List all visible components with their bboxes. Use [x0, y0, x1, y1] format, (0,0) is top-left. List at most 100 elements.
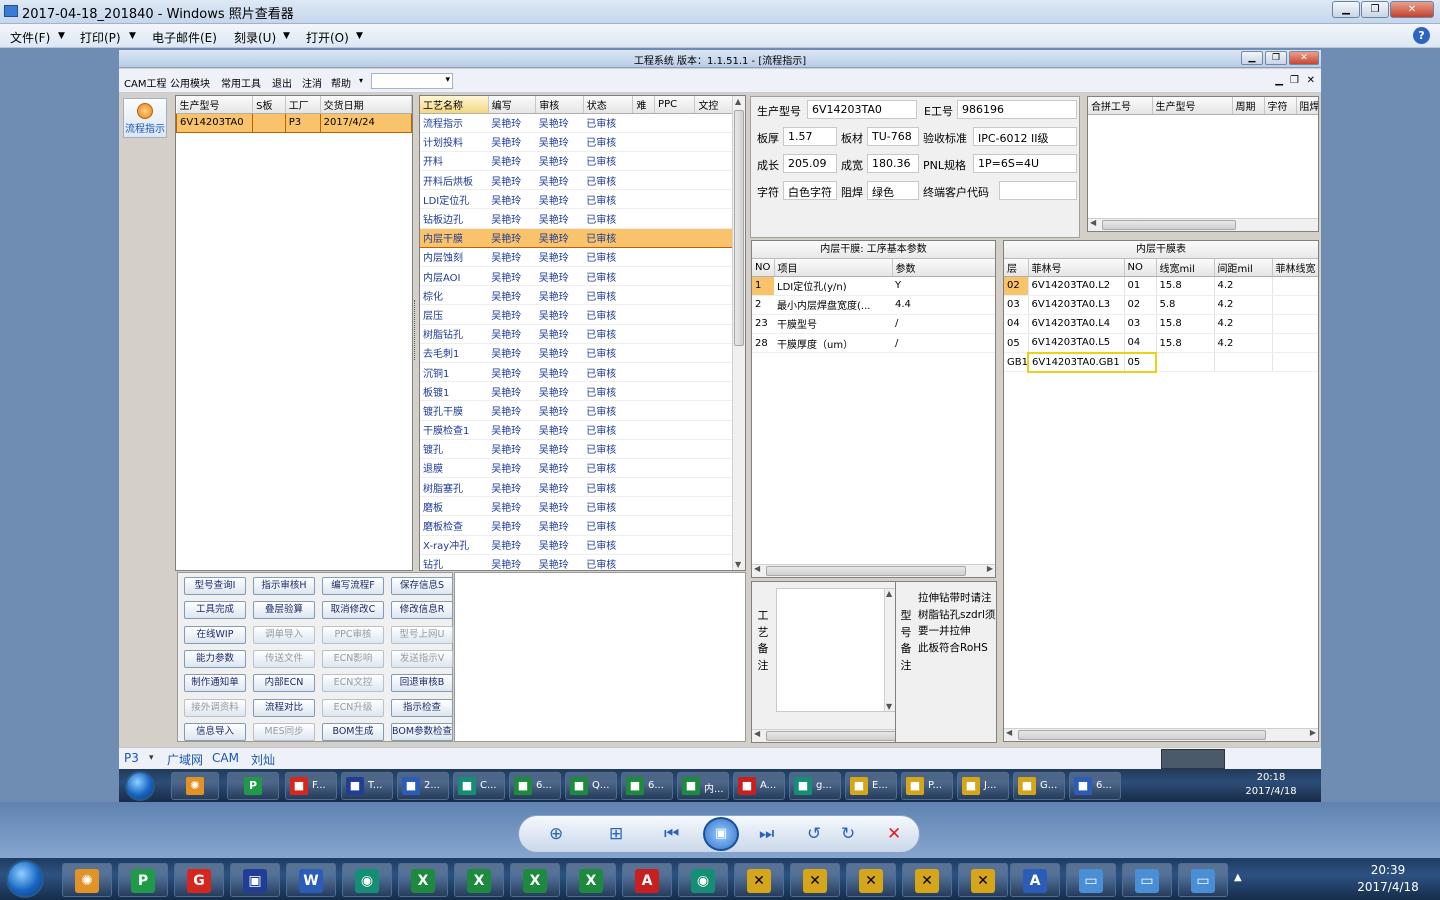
order-header[interactable]: 生产型号: [176, 96, 254, 114]
action-button[interactable]: ECN文控: [322, 674, 384, 693]
action-button[interactable]: 流程对比: [253, 698, 315, 717]
process-row[interactable]: 钻板边孔 吴艳玲 吴艳玲 已审核: [420, 208, 745, 229]
action-button[interactable]: PPC审核: [322, 625, 384, 644]
inner-taskbar-item[interactable]: ■ g...: [789, 772, 841, 800]
action-button[interactable]: ECN升级: [322, 698, 384, 717]
process-row[interactable]: 开料后烘板 吴艳玲 吴艳玲 已审核: [420, 170, 745, 191]
app-close-button[interactable]: ✕: [1289, 51, 1319, 65]
inner-taskbar-item[interactable]: ■ P...: [901, 772, 953, 800]
action-button[interactable]: MES同步: [253, 722, 315, 741]
process-header[interactable]: 状态: [583, 96, 634, 114]
taskbar-eye[interactable]: ◉: [342, 863, 392, 897]
inner-taskbar-item[interactable]: ■ 6...: [1069, 772, 1121, 800]
action-button[interactable]: 内部ECN: [253, 674, 315, 693]
process-row[interactable]: 去毛刺1 吴艳玲 吴艳玲 已审核: [420, 343, 745, 363]
field-material[interactable]: TU-768: [867, 127, 919, 146]
action-button[interactable]: 能力参数: [184, 649, 246, 668]
merge-scrollbar[interactable]: ◀: [1088, 218, 1318, 231]
params-header[interactable]: 项目: [774, 259, 893, 277]
process-row[interactable]: 树脂钻孔 吴艳玲 吴艳玲 已审核: [420, 324, 745, 344]
taskbar-photo-2[interactable]: ▭: [1122, 863, 1172, 897]
film-header[interactable]: 菲林号: [1028, 259, 1125, 277]
action-button[interactable]: 取消修改C: [322, 601, 384, 620]
action-button[interactable]: 制作通知单: [184, 674, 246, 693]
inner-taskbar-item[interactable]: ■ A...: [733, 772, 785, 800]
params-row[interactable]: 1 LDI定位孔(y/n) Y: [752, 276, 995, 296]
action-button[interactable]: BOM生成: [322, 722, 384, 741]
field-width[interactable]: 180.36: [867, 154, 919, 173]
taskbar-excel-3[interactable]: X: [510, 863, 560, 897]
action-button[interactable]: 信息导入: [184, 722, 246, 741]
process-row[interactable]: 干膜检查1 吴艳玲 吴艳玲 已审核: [420, 420, 745, 440]
menu-open[interactable]: 打开(O): [306, 29, 349, 46]
inner-taskbar-item[interactable]: ■ T...: [341, 772, 393, 800]
params-row[interactable]: 23 干膜型号 /: [752, 314, 995, 335]
action-button[interactable]: 发送指示V: [391, 649, 453, 668]
mdi-restore-icon[interactable]: ❐: [1290, 75, 1299, 86]
taskbar-x-4[interactable]: ✕: [902, 863, 952, 897]
film-row[interactable]: 03 6V14203TA0.L3 02 5.8 4.2: [1004, 295, 1318, 315]
action-button[interactable]: 指示检查: [391, 698, 453, 717]
film-header[interactable]: 层: [1004, 259, 1029, 277]
film-row[interactable]: 02 6V14203TA0.L2 01 15.8 4.2: [1004, 276, 1318, 296]
process-row[interactable]: 钻孔 吴艳玲 吴艳玲 已审核: [420, 554, 745, 570]
menu-print[interactable]: 打印(P): [80, 29, 121, 46]
taskbar-excel-4[interactable]: X: [566, 863, 616, 897]
rotate-left-icon[interactable]: ↺: [807, 824, 821, 844]
taskbar-x-2[interactable]: ✕: [790, 863, 840, 897]
film-scrollbar[interactable]: ◀ ▶: [1004, 728, 1318, 741]
craft-memo-text[interactable]: ▲ ▼: [776, 588, 896, 712]
taskbar-photo-1[interactable]: ▭: [1066, 863, 1116, 897]
taskbar-excel-2[interactable]: X: [454, 863, 504, 897]
action-button[interactable]: 型号查询I: [184, 577, 246, 595]
params-row[interactable]: 2 最小内层焊盘宽度(... 4.4: [752, 295, 995, 315]
inner-taskbar-item[interactable]: ■ 6...: [509, 772, 561, 800]
action-button[interactable]: ECN影响: [322, 649, 384, 668]
process-header[interactable]: 工艺名称: [420, 96, 489, 114]
app-menu-exit[interactable]: 退出: [272, 75, 292, 90]
process-row[interactable]: 棕化 吴艳玲 吴艳玲 已审核: [420, 285, 745, 306]
splitter-handle[interactable]: [414, 300, 418, 360]
inner-taskbar-item[interactable]: ■ 2...: [397, 772, 449, 800]
taskbar-save[interactable]: ▣: [230, 863, 280, 897]
process-row[interactable]: 树脂塞孔 吴艳玲 吴艳玲 已审核: [420, 477, 745, 498]
action-button[interactable]: 传送文件: [253, 649, 315, 668]
action-button[interactable]: 指示审核H: [253, 577, 315, 595]
action-button[interactable]: 修改信息R: [391, 601, 453, 620]
action-button[interactable]: 编写流程F: [322, 577, 384, 595]
process-row[interactable]: 层压 吴艳玲 吴艳玲 已审核: [420, 304, 745, 325]
inner-taskbar-item[interactable]: ■ C...: [453, 772, 505, 800]
menu-file[interactable]: 文件(F): [10, 29, 50, 46]
field-customer[interactable]: [999, 181, 1077, 200]
process-row[interactable]: 镀孔 吴艳玲 吴艳玲 已审核: [420, 439, 745, 459]
side-button-flow[interactable]: 流程指示: [123, 98, 167, 138]
app-menu-tools[interactable]: 常用工具: [221, 75, 261, 90]
process-row[interactable]: 内层干膜 吴艳玲 吴艳玲 已审核: [420, 227, 745, 248]
mdi-close-icon[interactable]: ✕: [1307, 75, 1315, 86]
field-prod-model[interactable]: 6V14203TA0: [807, 100, 917, 119]
merge-scroll-thumb[interactable]: [1102, 220, 1236, 230]
field-pnl[interactable]: 1P=6S=4U: [973, 154, 1077, 173]
inner-taskbar-item[interactable]: ■ Q...: [565, 772, 617, 800]
taskbar-x-1[interactable]: ✕: [734, 863, 784, 897]
menu-burn[interactable]: 刻录(U): [234, 29, 276, 46]
process-row[interactable]: 计划投料 吴艳玲 吴艳玲 已审核: [420, 132, 745, 152]
order-header[interactable]: 交货日期: [320, 96, 412, 114]
film-header[interactable]: NO: [1124, 259, 1157, 277]
taskbar-excel-1[interactable]: X: [398, 863, 448, 897]
start-orb[interactable]: [6, 860, 44, 898]
merge-header[interactable]: 合拼工号: [1088, 97, 1153, 115]
action-button[interactable]: 回退审核B: [391, 674, 453, 693]
params-scroll-thumb[interactable]: [766, 566, 966, 576]
field-mask[interactable]: 绿色: [867, 181, 919, 200]
taskbar-g[interactable]: G: [174, 863, 224, 897]
app-menu-cam[interactable]: CAM工程: [124, 75, 166, 90]
app-menu-combo[interactable]: [371, 73, 453, 89]
app-menu-help[interactable]: 帮助: [331, 75, 351, 90]
process-row[interactable]: 镀孔干膜 吴艳玲 吴艳玲 已审核: [420, 400, 745, 421]
mdi-minimize-icon[interactable]: ▁: [1275, 75, 1283, 86]
rotate-right-icon[interactable]: ↻: [841, 824, 855, 844]
process-row[interactable]: 板镀1 吴艳玲 吴艳玲 已审核: [420, 381, 745, 402]
menu-email[interactable]: 电子邮件(E): [152, 29, 217, 46]
language-bar[interactable]: [1161, 749, 1225, 769]
